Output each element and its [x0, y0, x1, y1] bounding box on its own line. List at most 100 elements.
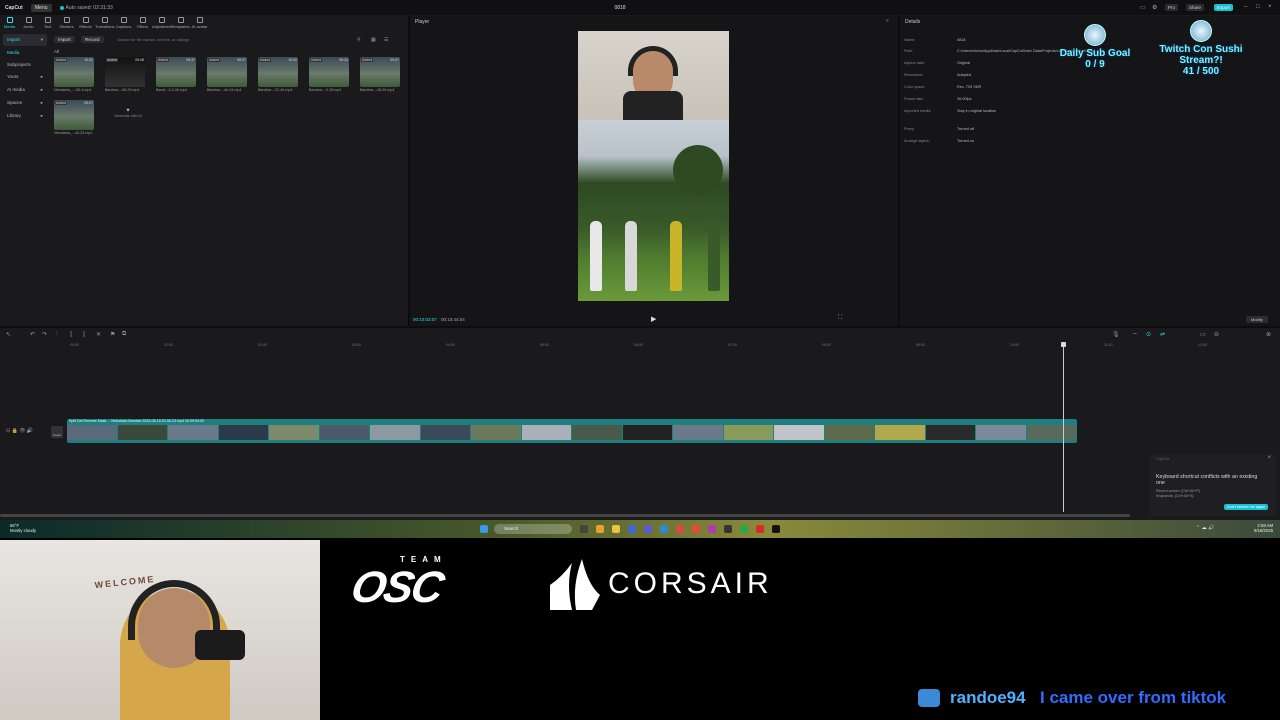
media-item[interactable]: Added 10:00 Bandwa...-02-45.mp4 [258, 57, 298, 93]
redo-icon[interactable]: ↷ [42, 331, 47, 338]
generate-with-ai-button[interactable]: ✦ Generate with AI [108, 101, 148, 131]
tray-icons[interactable]: ⌃ ☁ 🔊 [1196, 525, 1214, 531]
playhead-handle[interactable] [1061, 342, 1066, 347]
timeline-scrollbar[interactable] [0, 514, 1130, 517]
duration-label: 10:00 [288, 58, 297, 62]
app-icon[interactable] [676, 525, 684, 533]
asset-toolbar: Media Audio Text Stickers Effects Transi… [0, 15, 408, 31]
share-button[interactable]: Share [1186, 4, 1205, 11]
split-left-icon[interactable]: ⟦ [70, 331, 73, 338]
close-icon[interactable]: × [1268, 4, 1272, 10]
sidebar-item-spaces[interactable]: Spaces ▸ [3, 97, 47, 109]
weather-widget[interactable]: 66°F Mostly cloudy [10, 523, 36, 533]
playhead[interactable] [1061, 342, 1066, 512]
panel-divider[interactable] [898, 15, 900, 328]
tool-filters[interactable]: Filters [133, 15, 152, 31]
maximize-icon[interactable]: □ [1256, 4, 1260, 10]
media-item[interactable]: Added 09:07 Bandwa...-4e-04.mp4 [207, 57, 247, 93]
media-name: Bandr...3-0-45.mp4 [156, 88, 187, 92]
task-view-icon[interactable] [580, 525, 588, 533]
record-button[interactable]: Record [81, 36, 104, 43]
teams-icon[interactable] [644, 525, 652, 533]
app-icon[interactable] [628, 525, 636, 533]
grid-view-icon[interactable]: ▦ [371, 37, 376, 43]
select-tool-icon[interactable]: ↖ [6, 331, 11, 338]
tool-stickers[interactable]: Stickers [57, 15, 76, 31]
close-icon[interactable]: × [1267, 455, 1271, 461]
zoom-out-icon[interactable]: ⊖ [1214, 331, 1219, 338]
link-icon[interactable]: ⇔ [1132, 331, 1138, 337]
tool-ai-avatar[interactable]: AI avatar [190, 15, 209, 31]
tool-adjustment[interactable]: Adjustment [152, 15, 172, 31]
tool-captions[interactable]: Captions [114, 15, 133, 31]
tool-effects[interactable]: Effects [76, 15, 95, 31]
preview-axis-icon[interactable]: ▭ [1200, 331, 1206, 338]
layout-icon[interactable]: ▭ [1140, 4, 1146, 11]
dont-remind-button[interactable]: Don't remind me again [1224, 504, 1269, 510]
file-explorer-icon[interactable] [612, 525, 620, 533]
chrome-icon[interactable] [692, 525, 700, 533]
media-item[interactable]: Added 09:07 Bandwa...-48-59.mp4 [360, 57, 400, 93]
capcut-icon[interactable] [772, 525, 780, 533]
tool-transitions[interactable]: Transitions [95, 15, 114, 31]
chevron-right-icon: ▸ [40, 113, 43, 118]
tool-media[interactable]: Media [0, 15, 19, 31]
zoom-fit-icon[interactable]: ⊕ [1266, 331, 1271, 338]
delete-icon[interactable]: ✕ [96, 331, 101, 338]
import-button[interactable]: Import [54, 36, 75, 43]
crop-icon[interactable]: ⧉ [122, 331, 126, 338]
sidebar-item-import[interactable]: Import ▾ [3, 34, 47, 46]
modify-button[interactable]: Modify [1246, 316, 1268, 323]
fullscreen-icon[interactable]: ⛶ [838, 315, 842, 322]
filter-icon[interactable]: ⚲ [357, 37, 361, 43]
menu-button[interactable]: Menu [31, 3, 52, 12]
app-icon[interactable] [660, 525, 668, 533]
media-item[interactable]: Added 09:08 Bandwa...-06-29.mp4 [105, 57, 145, 93]
windows-start-icon[interactable] [480, 525, 488, 533]
all-filter-label[interactable]: All [54, 49, 59, 54]
pro-button[interactable]: Pro [1165, 4, 1179, 11]
tool-audio[interactable]: Audio [19, 15, 38, 31]
snap-icon[interactable]: ⇌ [1160, 331, 1165, 338]
magnet-icon[interactable]: ⊙ [1146, 331, 1151, 338]
export-button[interactable]: Export [1214, 4, 1234, 11]
media-item[interactable]: Added 09:07 Nebulaxia_...06-33.mp4 [54, 100, 94, 136]
taskbar-clock[interactable]: 2:59 AM 8/18/2025 [1254, 523, 1273, 533]
media-name: Bandwa...-02-45.mp4 [258, 88, 293, 92]
steam-icon[interactable] [724, 525, 732, 533]
minimize-icon[interactable]: – [1244, 4, 1247, 10]
player-menu-icon[interactable]: ≡ [886, 18, 889, 24]
track-controls[interactable]: ⊟ 🔒 👁 🔊 [6, 428, 33, 434]
media-item[interactable]: Added 09:37 Bandr...3-0-45.mp4 [156, 57, 196, 93]
split-right-icon[interactable]: ⟧ [82, 331, 85, 338]
video-track-clip[interactable]: Split Del Reverse Mask ... Nebulaxia Ban… [67, 419, 1077, 443]
sidebar-item-ai-media[interactable]: AI media ▸ [3, 84, 47, 96]
app-icon[interactable] [756, 525, 764, 533]
app-icon[interactable] [596, 525, 604, 533]
undo-icon[interactable]: ↶ [30, 331, 35, 338]
sticker-icon [63, 17, 70, 23]
sidebar-item-library[interactable]: Library ▸ [3, 110, 47, 122]
play-button[interactable]: ▶ [651, 315, 656, 323]
timeline-ruler[interactable]: 00:00 01:00 02:00 03:00 04:00 05:00 06:0… [66, 342, 1280, 350]
sidebar-item-media[interactable]: Media [3, 47, 47, 58]
marker-icon[interactable]: ⚑ [110, 331, 115, 338]
panel-divider[interactable] [408, 15, 410, 328]
sort-icon[interactable]: ☰ [384, 37, 388, 43]
mic-icon[interactable]: 🎙 [1112, 331, 1120, 338]
video-preview[interactable] [578, 31, 729, 301]
sidebar-item-yours[interactable]: Yours ▸ [3, 71, 47, 83]
cover-button[interactable]: Cover [51, 426, 63, 438]
app-icon[interactable] [708, 525, 716, 533]
media-search-input[interactable] [111, 36, 351, 43]
app-icon[interactable] [740, 525, 748, 533]
media-item[interactable]: Added 10:02 Nebulaxia_...-06-4.mp4 [54, 57, 94, 93]
taskbar-search[interactable]: Search [494, 524, 572, 534]
sidebar-item-subprojects[interactable]: Subprojects [3, 59, 47, 70]
tool-text[interactable]: Text [38, 15, 57, 31]
media-item[interactable]: Added 09:34 Bandwa...-0-28.mp4 [309, 57, 349, 93]
tool-templates[interactable]: Templates [171, 15, 190, 31]
panel-divider[interactable] [0, 326, 1280, 328]
settings-icon[interactable]: ⚙ [1152, 4, 1157, 11]
split-icon[interactable]: ⫶ [56, 331, 58, 338]
